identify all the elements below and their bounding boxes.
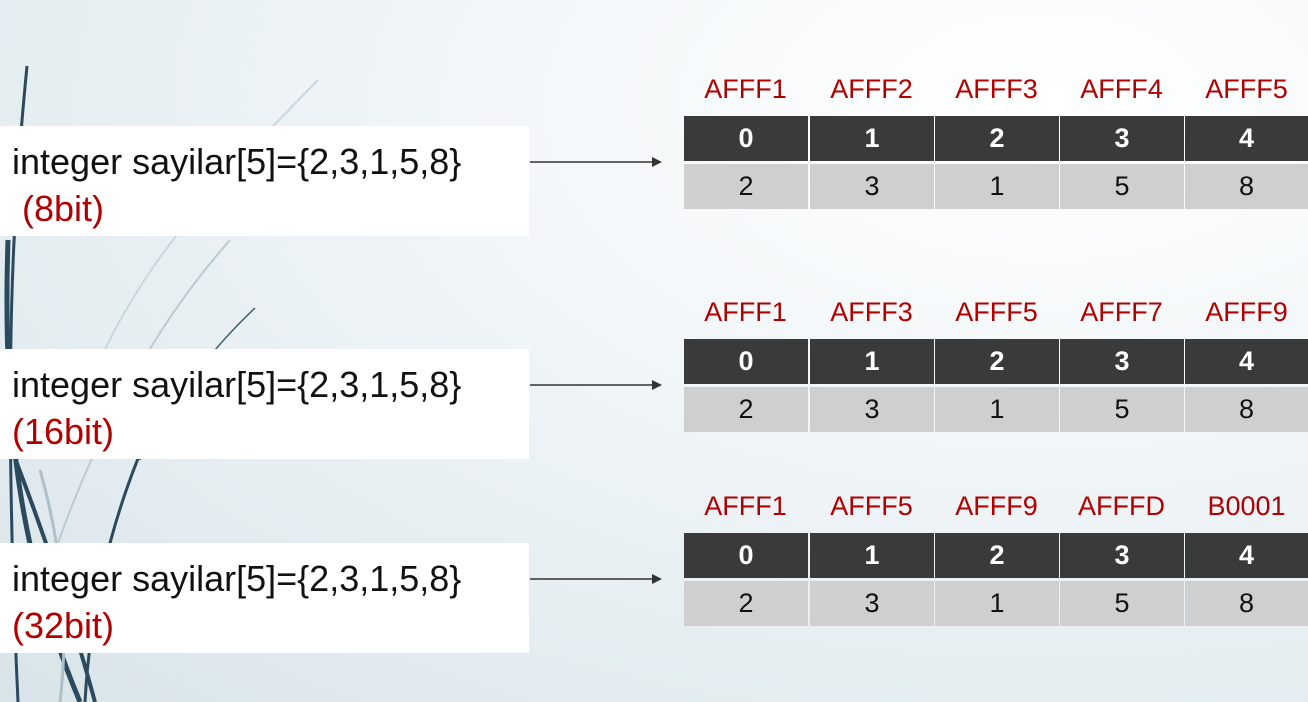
address-label: AFFF5 [955,297,1038,327]
declaration-box-32bit: integer sayilar[5]={2,3,1,5,8} (32bit) [0,543,529,653]
address-label: AFFF9 [955,491,1038,521]
array-table-16bit: 0 1 2 3 4 2 3 1 5 8 [684,339,1308,433]
value-cell: 5 [1060,164,1184,209]
address-label: AFFF1 [704,297,787,327]
declaration-text: integer sayilar[5]={2,3,1,5,8} [12,141,462,182]
value-cell: 5 [1060,387,1184,432]
index-cell: 2 [935,116,1059,161]
declaration-text: integer sayilar[5]={2,3,1,5,8} [12,558,462,599]
value-cell: 5 [1060,581,1184,626]
array-table-32bit: 0 1 2 3 4 2 3 1 5 8 [684,533,1308,627]
declaration-text: integer sayilar[5]={2,3,1,5,8} [12,364,462,405]
index-cell: 4 [1185,339,1308,384]
address-label: AFFF4 [1080,74,1163,104]
index-cell: 4 [1185,116,1308,161]
bit-size-label: (32bit) [12,605,115,646]
address-row-8bit: AFFF1 AFFF2 AFFF3 AFFF4 AFFF5 [684,69,1308,109]
value-cell: 3 [810,387,934,432]
index-cell: 3 [1060,116,1184,161]
index-cell: 1 [810,339,934,384]
bit-size-label: (16bit) [12,411,115,452]
value-cell: 8 [1185,581,1308,626]
address-label: B0001 [1207,491,1286,521]
value-cell: 1 [935,387,1059,432]
index-cell: 4 [1185,533,1308,578]
index-cell: 1 [810,533,934,578]
index-cell: 2 [935,533,1059,578]
value-cell: 1 [935,164,1059,209]
address-label: AFFF1 [704,491,787,521]
value-cell: 2 [684,581,808,626]
value-cell: 2 [684,387,808,432]
address-row-32bit: AFFF1 AFFF5 AFFF9 AFFFD B0001 [684,486,1308,526]
arrow-row-2 [530,380,662,390]
address-row-16bit: AFFF1 AFFF3 AFFF5 AFFF7 AFFF9 [684,292,1308,332]
index-cell: 0 [684,116,808,161]
array-table-8bit: 0 1 2 3 4 2 3 1 5 8 [684,116,1308,210]
address-label: AFFF5 [1205,74,1288,104]
address-label: AFFFD [1078,491,1165,521]
address-label: AFFF1 [704,74,787,104]
index-cell: 0 [684,533,808,578]
index-cell: 3 [1060,339,1184,384]
index-cell: 2 [935,339,1059,384]
value-cell: 8 [1185,164,1308,209]
index-cell: 1 [810,116,934,161]
value-cell: 3 [810,164,934,209]
index-cell: 3 [1060,533,1184,578]
declaration-box-8bit: integer sayilar[5]={2,3,1,5,8} (8bit) [0,126,529,236]
value-cell: 8 [1185,387,1308,432]
address-label: AFFF5 [830,491,913,521]
bit-size-label: (8bit) [12,188,105,229]
address-label: AFFF2 [830,74,913,104]
index-cell: 0 [684,339,808,384]
address-label: AFFF3 [955,74,1038,104]
declaration-box-16bit: integer sayilar[5]={2,3,1,5,8} (16bit) [0,349,529,459]
address-label: AFFF3 [830,297,913,327]
value-cell: 2 [684,164,808,209]
arrow-row-1 [530,157,662,167]
value-cell: 3 [810,581,934,626]
value-cell: 1 [935,581,1059,626]
address-label: AFFF7 [1080,297,1163,327]
arrow-row-3 [530,574,662,584]
address-label: AFFF9 [1205,297,1288,327]
